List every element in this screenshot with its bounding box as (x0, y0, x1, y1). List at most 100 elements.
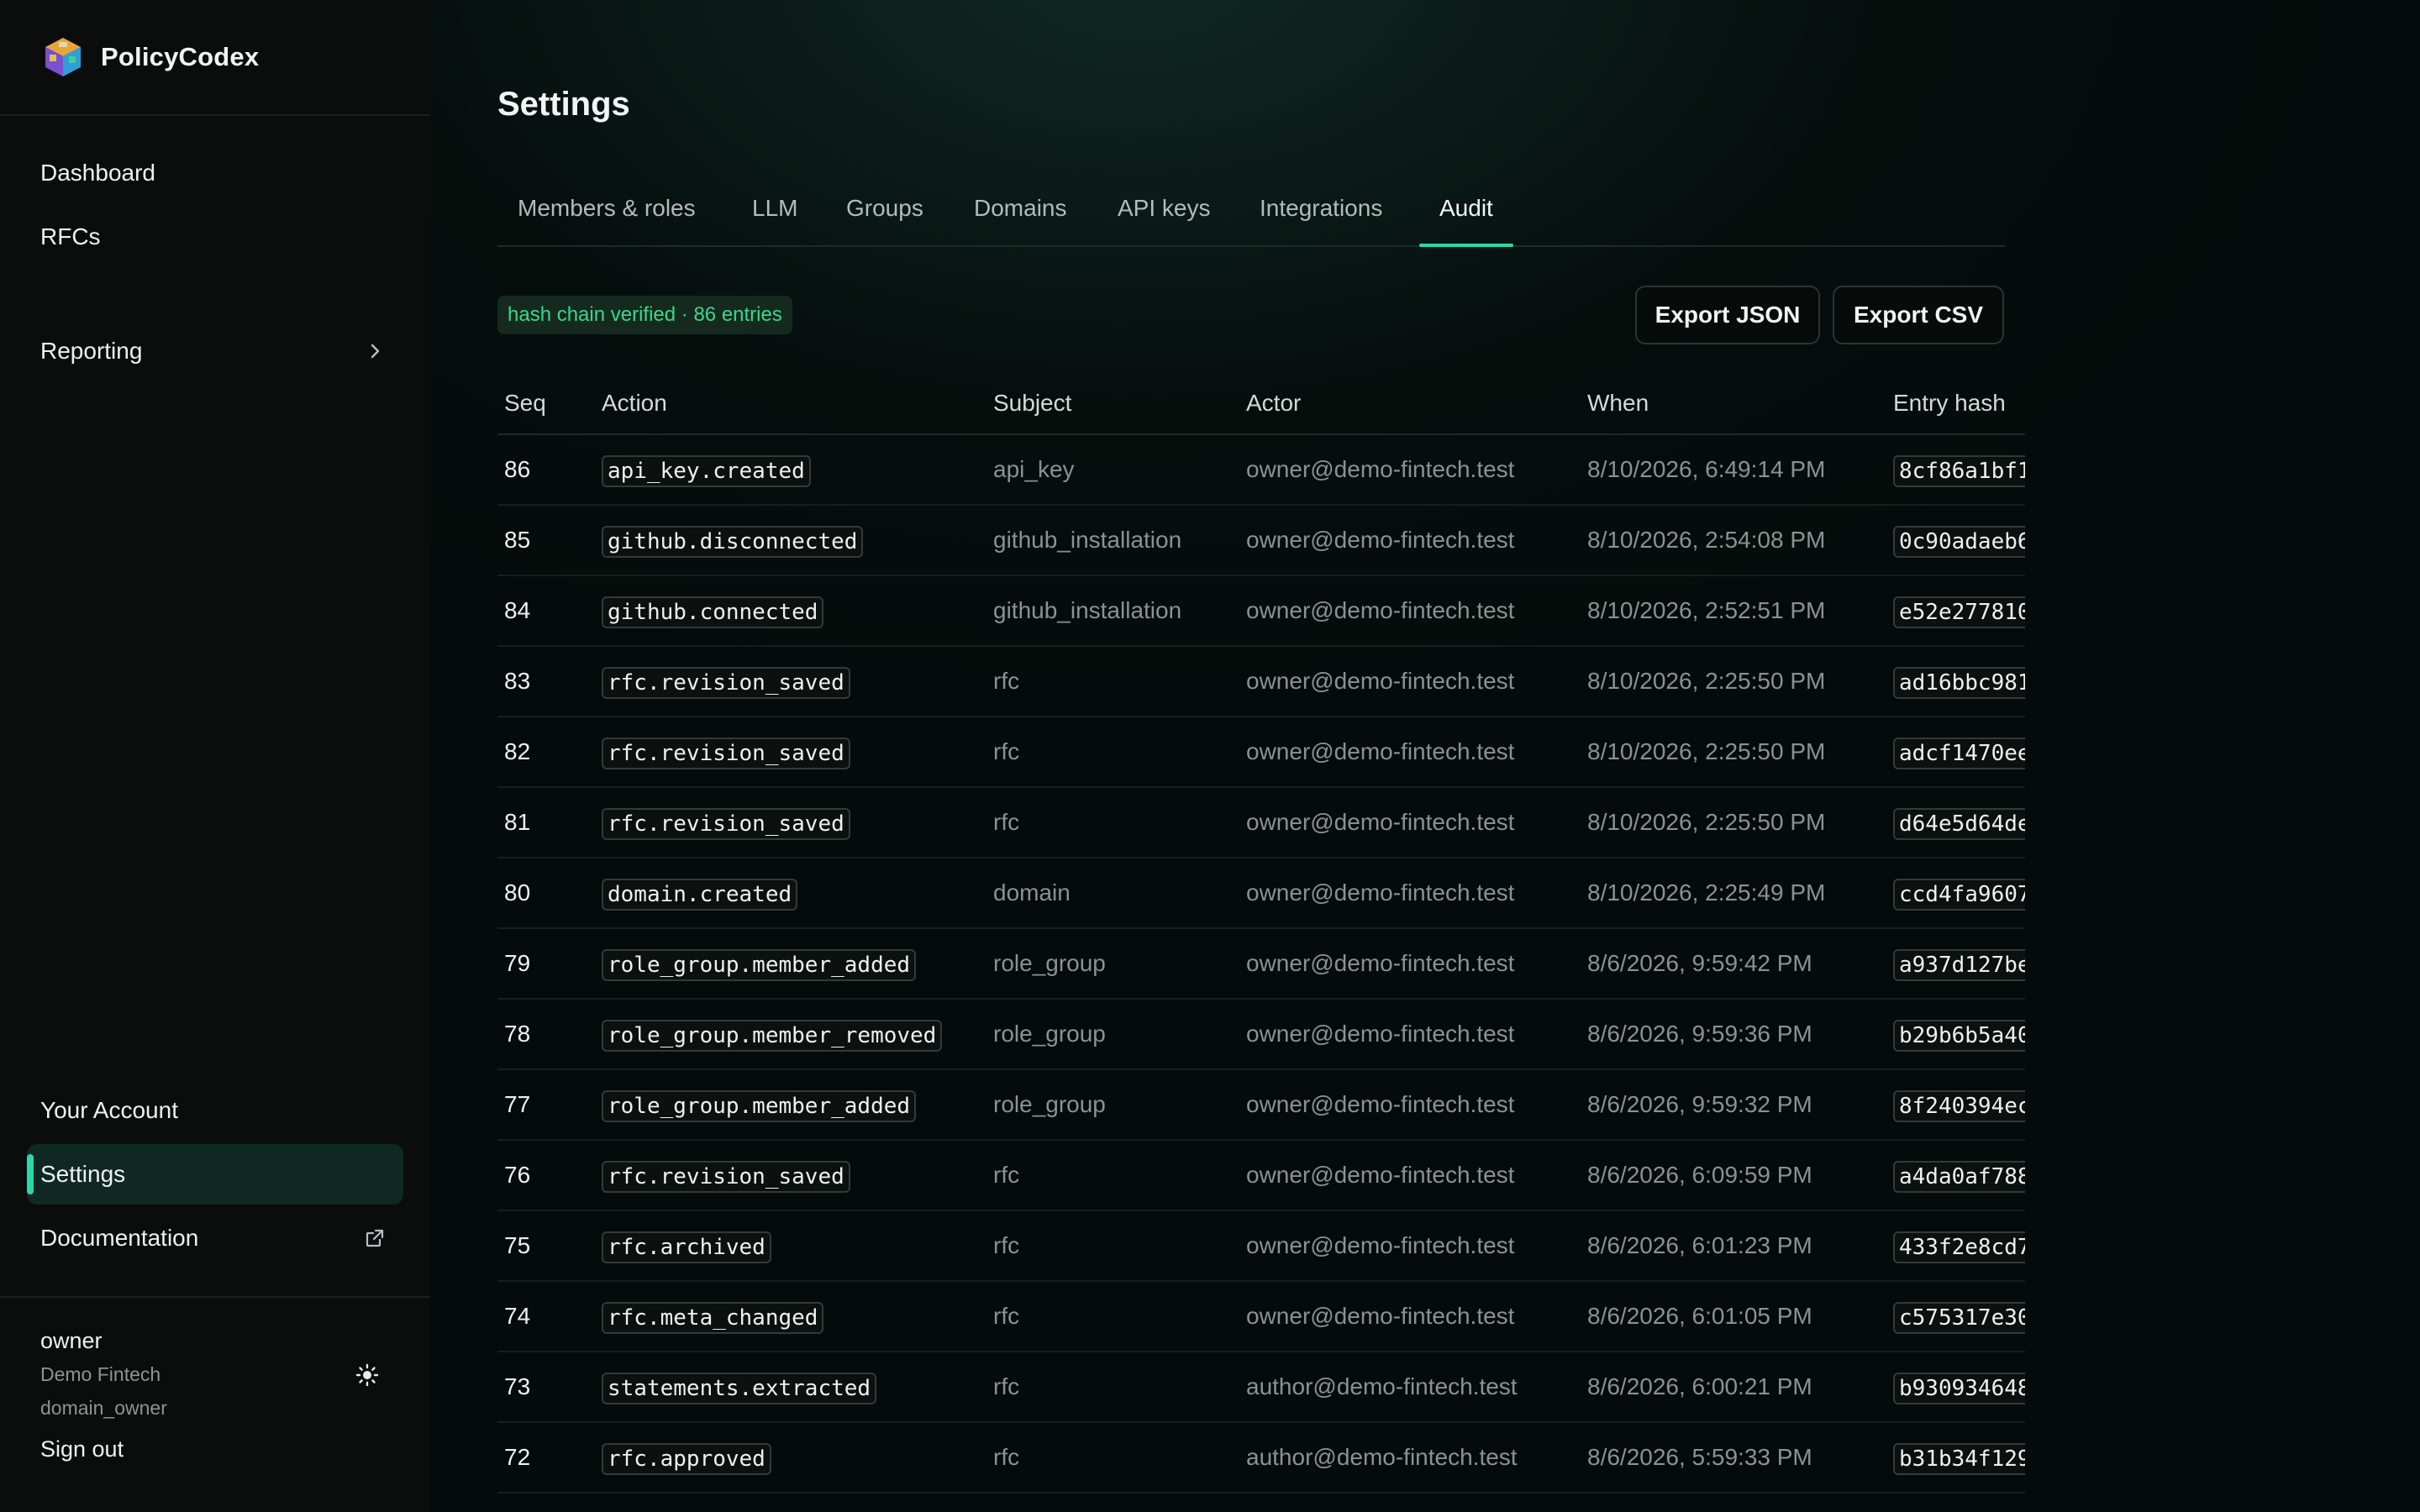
cell-seq: 73 (504, 1373, 531, 1399)
cell-seq: 77 (504, 1091, 531, 1117)
cell-when: 8/10/2026, 6:49:14 PM (1587, 456, 1826, 482)
table-row[interactable]: 75 rfc.archived rfc owner@demo-fintech.t… (497, 1211, 2025, 1282)
cell-when: 8/10/2026, 2:25:49 PM (1587, 879, 1826, 906)
cell-subject: rfc (993, 1232, 1020, 1258)
cell-seq: 84 (504, 597, 531, 623)
sidebar-item-label: Your Account (40, 1097, 178, 1123)
cell-seq: 72 (504, 1444, 531, 1470)
table-row[interactable]: 84 github.connected github_installation … (497, 576, 2025, 647)
cell-entry-hash: adcf1470ee (1893, 717, 2025, 786)
column-header-seq[interactable]: Seq (504, 370, 546, 433)
chevron-right-icon (371, 344, 380, 359)
sun-theme-toggle-icon[interactable] (353, 1361, 381, 1389)
cell-when: 8/10/2026, 2:52:51 PM (1587, 597, 1826, 623)
cell-action: role_group.member_removed (602, 1000, 943, 1068)
table-row[interactable]: 76 rfc.revision_saved rfc owner@demo-fin… (497, 1141, 2025, 1211)
cell-subject: rfc (993, 1494, 1019, 1512)
entry-hash-code: b930934648 (1893, 1372, 2025, 1404)
audit-table: Seq Action Subject Actor When Entry hash… (497, 370, 2025, 1512)
column-header-actor[interactable]: Actor (1246, 370, 1301, 433)
cell-entry-hash: b31b34f129 (1893, 1423, 2025, 1492)
table-header: Seq Action Subject Actor When Entry hash (497, 370, 2025, 435)
cell-entry-hash: 0c90adaeb6 (1893, 506, 2025, 575)
table-row[interactable]: 86 api_key.created api_key owner@demo-fi… (497, 435, 2025, 506)
table-row[interactable]: 83 rfc.revision_saved rfc owner@demo-fin… (497, 647, 2025, 717)
cell-when: 8/10/2026, 2:25:50 PM (1587, 809, 1826, 835)
entry-hash-code: c575317e30 (1893, 1301, 2025, 1334)
table-row[interactable]: 71 rfc.reviewed rfc author@demo-fintech.… (497, 1494, 2025, 1512)
entry-hash-code: b31b34f129 (1893, 1442, 2025, 1475)
tab-domains[interactable]: Domains (974, 181, 1066, 245)
sidebar-item-rfcs[interactable]: RFCs (27, 207, 403, 267)
cell-when: 8/10/2026, 2:25:50 PM (1587, 738, 1826, 764)
cell-subject: github_installation (993, 597, 1182, 623)
cell-subject: role_group (993, 1021, 1106, 1047)
cell-subject: rfc (993, 1162, 1020, 1188)
action-code: rfc.revision_saved (602, 1160, 850, 1193)
table-row[interactable]: 73 statements.extracted rfc author@demo-… (497, 1352, 2025, 1423)
sidebar-divider (0, 1296, 430, 1298)
cell-entry-hash: a937d127be (1893, 929, 2025, 998)
entry-hash-code: adcf1470ee (1893, 737, 2025, 769)
cell-entry-hash: a4da0af788 (1893, 1141, 2025, 1210)
table-row[interactable]: 77 role_group.member_added role_group ow… (497, 1070, 2025, 1141)
export-json-button[interactable]: Export JSON (1635, 286, 1820, 344)
cell-entry-hash: 75dad19857 (1893, 1494, 2025, 1512)
cell-subject: rfc (993, 668, 1020, 694)
table-row[interactable]: 80 domain.created domain owner@demo-fint… (497, 858, 2025, 929)
entry-hash-code: 8f240394ec (1893, 1089, 2025, 1122)
table-row[interactable]: 79 role_group.member_added role_group ow… (497, 929, 2025, 1000)
cell-action: rfc.archived (602, 1211, 771, 1280)
table-row[interactable]: 85 github.disconnected github_installati… (497, 506, 2025, 576)
cell-seq: 74 (504, 1303, 531, 1329)
sidebar-item-label: Documentation (40, 1225, 199, 1251)
cell-subject: rfc (993, 1444, 1020, 1470)
action-code: statements.extracted (602, 1372, 877, 1404)
sidebar-item-dashboard[interactable]: Dashboard (27, 143, 403, 203)
tab-groups[interactable]: Groups (846, 181, 923, 245)
column-header-subject[interactable]: Subject (993, 370, 1071, 433)
table-row[interactable]: 78 role_group.member_removed role_group … (497, 1000, 2025, 1070)
entry-hash-code: a4da0af788 (1893, 1160, 2025, 1193)
table-row[interactable]: 82 rfc.revision_saved rfc owner@demo-fin… (497, 717, 2025, 788)
export-csv-button[interactable]: Export CSV (1833, 286, 2004, 344)
tab-members-roles[interactable]: Members & roles (518, 181, 696, 245)
tab-llm[interactable]: LLM (752, 181, 797, 245)
column-header-when[interactable]: When (1587, 370, 1649, 433)
cell-actor: owner@demo-fintech.test (1246, 809, 1515, 835)
sidebar-item-documentation[interactable]: Documentation (27, 1208, 403, 1268)
entry-hash-code: 0c90adaeb6 (1893, 525, 2025, 558)
tab-integrations[interactable]: Integrations (1260, 181, 1382, 245)
sidebar-item-your-account[interactable]: Your Account (27, 1080, 403, 1141)
cell-when: 8/6/2026, 5:59:32 PM (1587, 1494, 1812, 1512)
sidebar-item-reporting[interactable]: Reporting (27, 321, 403, 381)
action-code: rfc.revision_saved (602, 807, 850, 840)
cell-when: 8/6/2026, 9:59:36 PM (1587, 1021, 1812, 1047)
brand[interactable]: PolicyCodex (40, 34, 259, 81)
column-header-action[interactable]: Action (602, 370, 667, 433)
table-row[interactable]: 72 rfc.approved rfc author@demo-fintech.… (497, 1423, 2025, 1494)
action-code: rfc.approved (602, 1442, 771, 1475)
tab-audit[interactable]: Audit (1419, 181, 1513, 247)
sign-out-link[interactable]: Sign out (40, 1436, 124, 1462)
entry-hash-code: b29b6b5a40 (1893, 1019, 2025, 1052)
app-root: PolicyCodex Dashboard RFCs Reporting You… (0, 0, 2420, 1512)
cell-action: role_group.member_added (602, 929, 917, 998)
column-header-entry-hash[interactable]: Entry hash (1893, 370, 2006, 433)
table-row[interactable]: 74 rfc.meta_changed rfc owner@demo-finte… (497, 1282, 2025, 1352)
cell-entry-hash: ccd4fa9607 (1893, 858, 2025, 927)
action-code: rfc.archived (602, 1231, 771, 1263)
entry-hash-code: 433f2e8cd7 (1893, 1231, 2025, 1263)
cell-actor: author@demo-fintech.test (1246, 1373, 1518, 1399)
cell-when: 8/10/2026, 2:25:50 PM (1587, 668, 1826, 694)
user-role: domain_owner (40, 1397, 167, 1419)
tab-api-keys[interactable]: API keys (1118, 181, 1210, 245)
sidebar-item-settings[interactable]: Settings (27, 1144, 403, 1205)
cell-actor: owner@demo-fintech.test (1246, 1021, 1515, 1047)
user-name: owner (40, 1328, 103, 1353)
table-row[interactable]: 81 rfc.revision_saved rfc owner@demo-fin… (497, 788, 2025, 858)
cell-entry-hash: e52e277810 (1893, 576, 2025, 645)
action-code: rfc.revision_saved (602, 666, 850, 699)
action-code: role_group.member_removed (602, 1019, 943, 1052)
action-code: github.connected (602, 596, 824, 628)
